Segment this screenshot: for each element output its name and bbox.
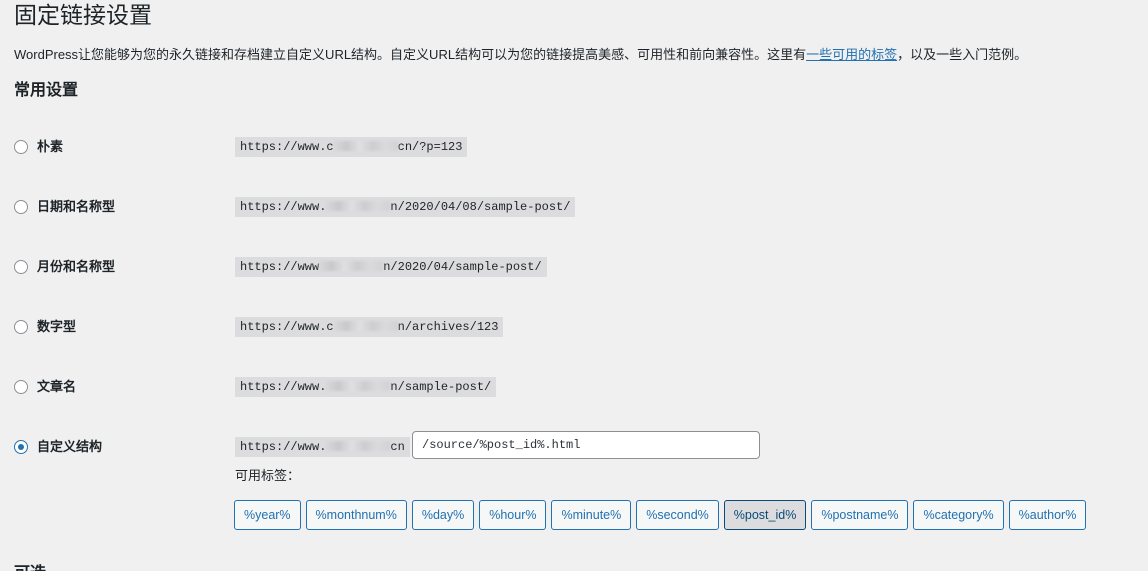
- intro-text-before: WordPress让您能够为您的永久链接和存档建立自定义URL结构。自定义URL…: [14, 47, 807, 62]
- url-prefix: https://www.: [240, 440, 327, 454]
- url-prefix: https://www.c: [240, 140, 334, 154]
- available-tags-label: 可用标签：: [235, 468, 301, 483]
- example-url: https://www. n/sample-post/: [235, 377, 497, 397]
- option-label[interactable]: 月份和名称型: [37, 258, 115, 276]
- redacted-domain: [333, 321, 398, 331]
- option-radio-wrap[interactable]: 数字型: [14, 318, 76, 336]
- tag-button-hour[interactable]: %hour%: [479, 500, 547, 530]
- url-suffix: n/sample-post/: [390, 380, 492, 394]
- permalink-option-day-name[interactable]: 日期和名称型 https://www. n/2020/04/08/sample-p…: [0, 192, 1148, 222]
- option-label[interactable]: 朴素: [37, 138, 63, 156]
- tag-button-post-id[interactable]: %post_id%: [723, 500, 807, 530]
- tag-button-second[interactable]: %second%: [636, 500, 719, 530]
- option-radio-wrap[interactable]: 日期和名称型: [14, 198, 115, 216]
- permalink-option-numeric[interactable]: 数字型 https://www.c n/archives/123: [0, 312, 1148, 342]
- option-radio-wrap[interactable]: 文章名: [14, 378, 76, 396]
- next-section-heading-partial: 可选: [14, 564, 54, 571]
- permalink-settings-page: 固定链接设置 WordPress让您能够为您的永久链接和存档建立自定义URL结构…: [0, 0, 1148, 571]
- radio-numeric[interactable]: [14, 320, 28, 334]
- available-tags-group: %year% %monthnum% %day% %hour% %minute% …: [234, 500, 1091, 530]
- tag-button-year[interactable]: %year%: [234, 500, 301, 530]
- url-suffix: cn/?p=123: [397, 140, 463, 154]
- example-url: https://www. n/2020/04/08/sample-post/: [235, 197, 576, 217]
- tag-button-author[interactable]: %author%: [1008, 500, 1087, 530]
- option-label[interactable]: 日期和名称型: [37, 198, 115, 216]
- common-settings-heading: 常用设置: [14, 82, 79, 99]
- intro-text-after: ，以及一些入门范例。: [897, 47, 1028, 62]
- custom-url-base: https://www. cn: [235, 437, 410, 457]
- example-url: https://www n/2020/04/sample-post/: [235, 257, 547, 277]
- option-label[interactable]: 文章名: [37, 378, 76, 396]
- page-title: 固定链接设置: [14, 2, 152, 28]
- url-prefix: https://www.: [240, 200, 327, 214]
- radio-custom-structure[interactable]: [14, 440, 28, 454]
- available-tags-link[interactable]: 一些可用的标签: [806, 47, 897, 62]
- tag-button-category[interactable]: %category%: [913, 500, 1004, 530]
- option-radio-wrap[interactable]: 自定义结构: [14, 438, 102, 456]
- redacted-domain: [319, 261, 384, 271]
- option-label[interactable]: 自定义结构: [37, 438, 102, 456]
- url-prefix: https://www: [240, 260, 320, 274]
- radio-plain[interactable]: [14, 140, 28, 154]
- example-url: https://www.c cn/?p=123: [235, 137, 468, 157]
- option-radio-wrap[interactable]: 月份和名称型: [14, 258, 115, 276]
- tag-button-monthnum[interactable]: %monthnum%: [305, 500, 407, 530]
- example-url: https://www.c n/archives/123: [235, 317, 504, 337]
- url-prefix: https://www.: [240, 380, 327, 394]
- radio-post-name[interactable]: [14, 380, 28, 394]
- url-suffix: n/2020/04/sample-post/: [383, 260, 542, 274]
- url-suffix: n/2020/04/08/sample-post/: [390, 200, 571, 214]
- tag-button-postname[interactable]: %postname%: [811, 500, 909, 530]
- url-suffix: n/archives/123: [397, 320, 499, 334]
- url-suffix: cn: [390, 440, 405, 454]
- redacted-domain: [333, 141, 398, 151]
- intro-text: WordPress让您能够为您的永久链接和存档建立自定义URL结构。自定义URL…: [14, 45, 1027, 65]
- radio-day-name[interactable]: [14, 200, 28, 214]
- redacted-domain: [326, 201, 391, 211]
- permalink-option-month-name[interactable]: 月份和名称型 https://www n/2020/04/sample-post/: [0, 252, 1148, 282]
- option-label[interactable]: 数字型: [37, 318, 76, 336]
- option-radio-wrap[interactable]: 朴素: [14, 138, 63, 156]
- permalink-option-post-name[interactable]: 文章名 https://www. n/sample-post/: [0, 372, 1148, 402]
- url-prefix: https://www.c: [240, 320, 334, 334]
- tag-button-day[interactable]: %day%: [411, 500, 475, 530]
- radio-month-name[interactable]: [14, 260, 28, 274]
- custom-structure-input[interactable]: [412, 431, 760, 459]
- permalink-option-plain[interactable]: 朴素 https://www.c cn/?p=123: [0, 132, 1148, 162]
- redacted-domain: [326, 381, 391, 391]
- redacted-domain: [326, 441, 391, 451]
- tag-button-minute[interactable]: %minute%: [551, 500, 632, 530]
